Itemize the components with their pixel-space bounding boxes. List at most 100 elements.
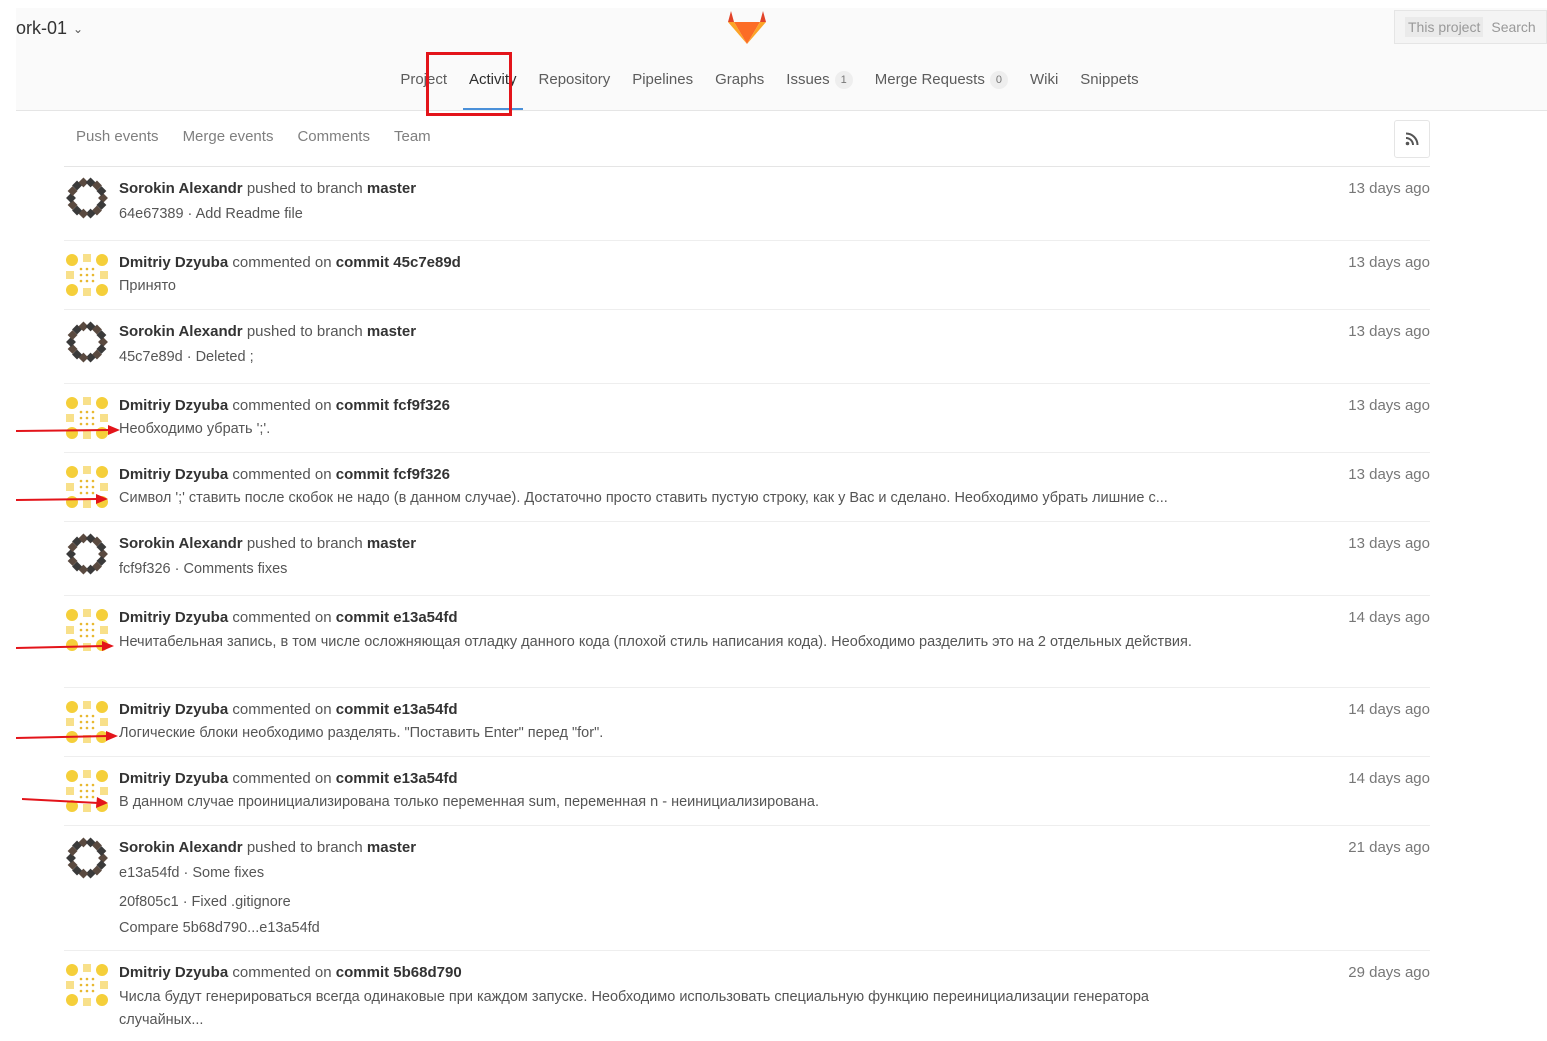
issues-count-badge: 1	[834, 71, 853, 89]
event-target[interactable]: commit 45c7e89d	[336, 254, 461, 271]
event-action: commented on	[232, 466, 332, 483]
event-time: 14 days ago	[1348, 609, 1430, 626]
filter-comments[interactable]: Comments	[285, 128, 382, 145]
filter-team[interactable]: Team	[382, 128, 443, 145]
event-author[interactable]: Dmitriy Dzyuba	[119, 397, 228, 414]
event-time: 13 days ago	[1348, 180, 1430, 197]
project-title-label: ork-01	[16, 18, 68, 38]
event-item: Dmitriy Dzyuba commented on commit 45c7e…	[64, 241, 1430, 310]
event-target[interactable]: commit fcf9f326	[336, 466, 450, 483]
event-title: Dmitriy Dzyuba commented on commit e13a5…	[119, 701, 458, 718]
merge-requests-count-badge: 0	[989, 71, 1008, 89]
event-action: commented on	[232, 609, 332, 626]
nav-pipelines[interactable]: Pipelines	[621, 68, 704, 102]
event-item: Sorokin Alexandr pushed to branch master…	[64, 310, 1430, 384]
event-time: 29 days ago	[1348, 964, 1430, 981]
event-author[interactable]: Dmitriy Dzyuba	[119, 964, 228, 981]
event-commit-line[interactable]: 45c7e89d · Deleted ;	[119, 349, 254, 365]
avatar[interactable]	[66, 533, 108, 575]
event-commit-line[interactable]: fcf9f326 · Comments fixes	[119, 561, 287, 577]
event-target[interactable]: master	[367, 323, 416, 340]
event-filter-bar: Push events Merge events Comments Team	[64, 118, 1430, 167]
search-scope-label[interactable]: This project	[1405, 17, 1484, 37]
avatar[interactable]	[66, 837, 108, 879]
event-comment-text: Принято	[119, 278, 176, 294]
event-time: 14 days ago	[1348, 701, 1430, 718]
rss-feed-button[interactable]	[1394, 120, 1430, 158]
event-author[interactable]: Sorokin Alexandr	[119, 323, 243, 340]
event-item: Dmitriy Dzyuba commented on commit e13a5…	[64, 688, 1430, 757]
event-title: Dmitriy Dzyuba commented on commit 5b68d…	[119, 964, 462, 981]
gitlab-logo-icon[interactable]	[726, 8, 768, 46]
event-comment-text: Логические блоки необходимо разделять. "…	[119, 725, 604, 741]
nav-label: Pipelines	[632, 71, 694, 88]
event-title: Dmitriy Dzyuba commented on commit fcf9f…	[119, 397, 450, 414]
event-author[interactable]: Dmitriy Dzyuba	[119, 770, 228, 787]
event-action: pushed to branch	[246, 839, 363, 856]
event-time: 13 days ago	[1348, 535, 1430, 552]
avatar[interactable]	[66, 321, 108, 363]
event-comment-text: Числа будут генерироваться всегда одинак…	[119, 989, 1149, 1028]
nav-label: Snippets	[1080, 71, 1139, 88]
event-author[interactable]: Sorokin Alexandr	[119, 180, 243, 197]
event-target[interactable]: commit fcf9f326	[336, 397, 450, 414]
event-target[interactable]: master	[367, 535, 416, 552]
nav-label: Issues	[786, 71, 830, 88]
event-target[interactable]: commit e13a54fd	[336, 609, 458, 626]
event-title: Dmitriy Dzyuba commented on commit fcf9f…	[119, 466, 450, 483]
event-action: commented on	[232, 701, 332, 718]
event-compare-link[interactable]: Compare 5b68d790...e13a54fd	[119, 920, 320, 936]
nav-merge-requests[interactable]: Merge Requests 0	[864, 68, 1019, 102]
event-commit-line[interactable]: 20f805c1 · Fixed .gitignore	[119, 894, 291, 910]
avatar[interactable]	[66, 964, 108, 1006]
event-target[interactable]: commit e13a54fd	[336, 701, 458, 718]
event-item: Dmitriy Dzyuba commented on commit e13a5…	[64, 596, 1430, 688]
event-action: pushed to branch	[246, 535, 363, 552]
nav-wiki[interactable]: Wiki	[1019, 68, 1069, 102]
event-author[interactable]: Dmitriy Dzyuba	[119, 609, 228, 626]
event-time: 13 days ago	[1348, 466, 1430, 483]
event-comment-text: Необходимо убрать ';'.	[119, 421, 271, 437]
filter-push-events[interactable]: Push events	[64, 128, 171, 145]
annotation-arrow	[16, 494, 108, 504]
event-time: 14 days ago	[1348, 770, 1430, 787]
event-action: commented on	[232, 397, 332, 414]
event-item: Dmitriy Dzyuba commented on commit fcf9f…	[64, 453, 1430, 522]
event-time: 13 days ago	[1348, 323, 1430, 340]
event-author[interactable]: Dmitriy Dzyuba	[119, 466, 228, 483]
activity-event-list: Sorokin Alexandr pushed to branch master…	[64, 166, 1430, 1041]
annotation-highlight-box	[426, 52, 512, 116]
event-commit-line[interactable]: 64e67389 · Add Readme file	[119, 206, 303, 222]
event-author[interactable]: Sorokin Alexandr	[119, 535, 243, 552]
project-title-dropdown[interactable]: ork-01 ⌄	[16, 18, 83, 39]
nav-repository[interactable]: Repository	[528, 68, 622, 102]
event-target[interactable]: commit e13a54fd	[336, 770, 458, 787]
avatar[interactable]	[66, 254, 108, 296]
nav-graphs[interactable]: Graphs	[704, 68, 775, 102]
project-nav: Project Activity Repository Pipelines Gr…	[4, 68, 1535, 110]
avatar[interactable]	[66, 177, 108, 219]
event-item: Sorokin Alexandr pushed to branch master…	[64, 166, 1430, 241]
nav-label: Graphs	[715, 71, 765, 88]
search-input[interactable]: Search	[1491, 19, 1535, 35]
event-action: commented on	[232, 770, 332, 787]
event-author[interactable]: Dmitriy Dzyuba	[119, 701, 228, 718]
event-author[interactable]: Sorokin Alexandr	[119, 839, 243, 856]
event-target[interactable]: master	[367, 180, 416, 197]
event-title: Sorokin Alexandr pushed to branch master	[119, 535, 416, 552]
annotation-arrow	[16, 425, 120, 435]
nav-issues[interactable]: Issues 1	[775, 68, 863, 102]
event-commit-line[interactable]: e13a54fd · Some fixes	[119, 865, 264, 881]
event-title: Dmitriy Dzyuba commented on commit e13a5…	[119, 770, 458, 787]
search-box[interactable]: This project Search	[1394, 10, 1547, 44]
event-target[interactable]: master	[367, 839, 416, 856]
nav-snippets[interactable]: Snippets	[1069, 68, 1149, 102]
nav-label: Wiki	[1029, 71, 1059, 88]
event-title: Dmitriy Dzyuba commented on commit e13a5…	[119, 609, 458, 626]
annotation-arrow	[16, 641, 114, 651]
event-title: Dmitriy Dzyuba commented on commit 45c7e…	[119, 254, 461, 271]
filter-merge-events[interactable]: Merge events	[171, 128, 286, 145]
event-action: pushed to branch	[246, 323, 363, 340]
event-target[interactable]: commit 5b68d790	[336, 964, 462, 981]
event-author[interactable]: Dmitriy Dzyuba	[119, 254, 228, 271]
